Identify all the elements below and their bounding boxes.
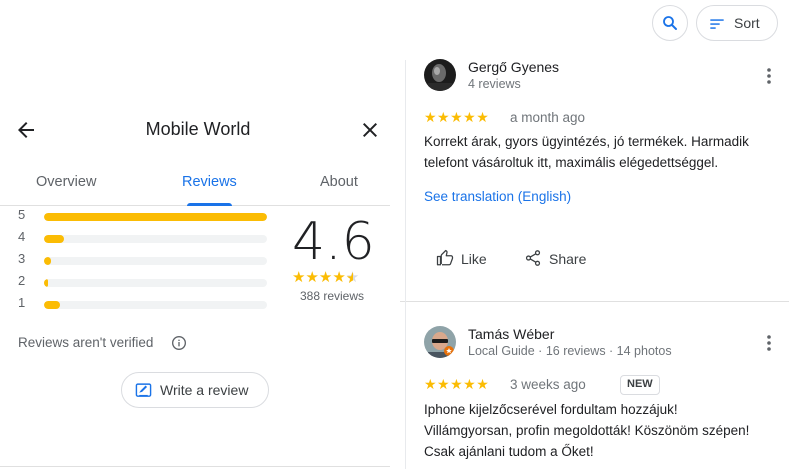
sort-button[interactable]: Sort xyxy=(696,5,778,41)
histogram-bar xyxy=(44,257,51,265)
panel-divider xyxy=(0,466,390,467)
sort-icon xyxy=(710,19,724,29)
review-stars-icon: ★★★★★ xyxy=(424,109,490,125)
review-text-line: Villámgyorsan, profin megoldották! Köszö… xyxy=(424,423,750,438)
write-review-label: Write a review xyxy=(160,382,249,398)
reviewer-meta: Local Guide · 16 reviews · 14 photos xyxy=(468,344,672,358)
rating-histogram: 5 4 3 2 1 xyxy=(18,207,278,317)
avatar[interactable] xyxy=(424,59,456,91)
histogram-track xyxy=(44,301,267,309)
reviews-toolbar: Sort xyxy=(400,0,789,48)
review-text: Iphone kijelzőcserével fordultam hozzáju… xyxy=(424,399,774,462)
new-badge: NEW xyxy=(620,375,660,395)
reviews-list-panel: Sort Gergő Gyenes 4 reviews ★★★★★ a mont… xyxy=(400,0,789,469)
histogram-bar xyxy=(44,213,267,221)
histogram-star-label: 2 xyxy=(18,273,26,288)
histogram-row[interactable]: 3 xyxy=(18,251,278,273)
histogram-bar xyxy=(44,301,60,309)
tab-about[interactable]: About xyxy=(320,174,358,190)
see-translation-link[interactable]: See translation (English) xyxy=(424,189,571,204)
histogram-track xyxy=(44,257,267,265)
share-label: Share xyxy=(549,251,587,267)
review-text: Korrekt árak, gyors ügyintézés, jó termé… xyxy=(424,134,749,170)
like-button[interactable]: Like xyxy=(436,247,506,271)
review-date: 3 weeks ago xyxy=(510,377,586,392)
histogram-track xyxy=(44,213,267,221)
avatar[interactable] xyxy=(424,326,456,358)
more-options-icon[interactable] xyxy=(762,334,776,352)
histogram-row[interactable]: 1 xyxy=(18,295,278,317)
histogram-star-label: 1 xyxy=(18,295,26,310)
average-rating: 4.6 xyxy=(292,212,375,272)
not-verified-label: Reviews aren't verified xyxy=(18,335,154,350)
histogram-bar xyxy=(44,279,49,287)
share-button[interactable]: Share xyxy=(524,247,604,271)
histogram-row[interactable]: 4 xyxy=(18,229,278,251)
review-divider xyxy=(400,301,789,302)
tab-reviews[interactable]: Reviews xyxy=(182,174,237,190)
place-title: Mobile World xyxy=(145,119,251,139)
reviewer-meta: 4 reviews xyxy=(468,77,521,91)
histogram-row[interactable]: 5 xyxy=(18,207,278,229)
info-icon[interactable] xyxy=(171,335,187,351)
histogram-star-label: 3 xyxy=(18,251,26,266)
histogram-track xyxy=(44,279,267,287)
review-stars-icon: ★★★★★ xyxy=(424,376,490,392)
more-options-icon[interactable] xyxy=(762,67,776,85)
tab-overview[interactable]: Overview xyxy=(36,174,96,190)
write-review-button[interactable]: Write a review xyxy=(121,372,269,408)
histogram-row[interactable]: 2 xyxy=(18,273,278,295)
reviewer-name[interactable]: Gergő Gyenes xyxy=(468,59,559,75)
panel-header: Mobile World xyxy=(0,108,390,150)
search-icon xyxy=(663,16,677,30)
review-card: Tamás Wéber Local Guide · 16 reviews · 1… xyxy=(424,326,774,469)
write-review-icon xyxy=(135,383,152,397)
review-card: Gergő Gyenes 4 reviews ★★★★★ a month ago… xyxy=(424,59,774,289)
histogram-bar xyxy=(44,235,65,243)
review-text-line: Iphone kijelzőcserével fordultam hozzáju… xyxy=(424,402,678,417)
thumbs-up-icon xyxy=(436,249,454,266)
sort-label: Sort xyxy=(734,15,760,31)
share-icon xyxy=(525,250,541,266)
like-label: Like xyxy=(461,251,487,267)
place-panel: Mobile World Overview Reviews About 5 4 … xyxy=(0,0,390,469)
search-reviews-button[interactable] xyxy=(652,5,688,41)
reviewer-name[interactable]: Tamás Wéber xyxy=(468,326,554,342)
active-tab-indicator xyxy=(187,203,232,206)
tab-bar: Overview Reviews About xyxy=(0,160,390,206)
panel-separator xyxy=(405,60,406,469)
histogram-star-label: 5 xyxy=(18,207,26,222)
review-date: a month ago xyxy=(510,110,586,125)
histogram-star-label: 4 xyxy=(18,229,26,244)
review-text-line: Csak ajánlani tudom a Őket! xyxy=(424,444,594,459)
review-count[interactable]: 388 reviews xyxy=(285,289,379,303)
histogram-track xyxy=(44,235,267,243)
close-icon[interactable] xyxy=(358,118,382,142)
average-stars-icon: ★★★★★ ★ xyxy=(292,269,360,287)
